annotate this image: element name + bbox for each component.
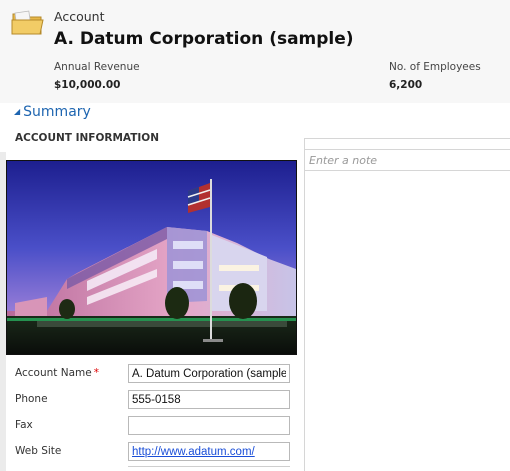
summary-section-toggle[interactable]: ◢ Summary: [14, 104, 91, 120]
record-header: Account A. Datum Corporation (sample) An…: [0, 0, 510, 103]
notes-divider: [304, 138, 510, 149]
annual-revenue-label: Annual Revenue: [54, 61, 140, 73]
website-field[interactable]: [128, 442, 290, 461]
collapse-triangle-icon: ◢: [14, 107, 21, 116]
employees-label: No. of Employees: [389, 61, 481, 73]
record-title: A. Datum Corporation (sample): [54, 29, 354, 49]
account-image[interactable]: [6, 160, 297, 355]
account-name-label: Account Name *: [15, 367, 99, 379]
phone-field[interactable]: [128, 390, 290, 409]
phone-label: Phone: [15, 393, 48, 405]
account-information-heading: ACCOUNT INFORMATION: [15, 132, 160, 144]
fax-label: Fax: [15, 419, 33, 431]
employees-value: 6,200: [389, 79, 423, 91]
folder-icon: [11, 8, 45, 36]
fax-field[interactable]: [128, 416, 290, 435]
summary-label: Summary: [23, 104, 91, 120]
next-field-edge: [128, 466, 290, 467]
annual-revenue-value: $10,000.00: [54, 79, 121, 91]
website-label: Web Site: [15, 445, 62, 457]
note-input[interactable]: [305, 149, 510, 171]
entity-type-label: Account: [54, 9, 105, 24]
account-name-field[interactable]: [128, 364, 290, 383]
notes-panel: [304, 149, 510, 471]
required-marker: *: [93, 367, 99, 379]
